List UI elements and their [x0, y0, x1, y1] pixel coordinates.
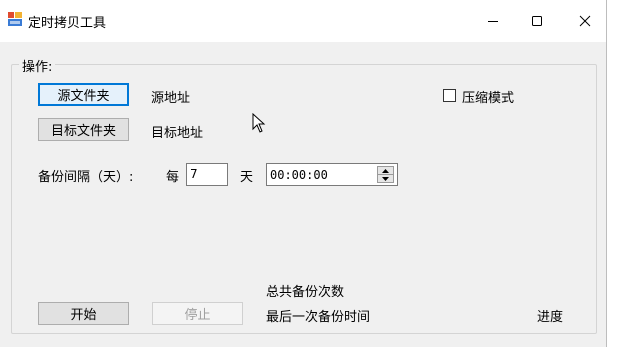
spin-down-button[interactable] [378, 175, 393, 182]
app-window: 定时拷贝工具 操作: 源文件夹 源地址 目标文件夹 目标地址 压缩模式 备份间隔… [0, 0, 607, 347]
target-address-label: 目标地址 [151, 126, 204, 141]
start-button[interactable]: 开始 [38, 302, 129, 325]
day-unit-label: 天 [240, 170, 254, 185]
compress-mode-checkbox[interactable] [443, 89, 456, 102]
minimize-button[interactable] [470, 0, 516, 42]
last-backup-time-label: 最后一次备份时间 [266, 310, 371, 325]
background-window-edge [606, 0, 622, 347]
chevron-up-icon [382, 168, 389, 173]
backup-time-picker[interactable]: 00:00:00 [266, 163, 398, 186]
mouse-cursor-icon [252, 113, 266, 133]
total-backups-label: 总共备份次数 [266, 285, 345, 300]
spin-up-button[interactable] [378, 167, 393, 175]
minimize-icon [488, 21, 498, 22]
app-icon [8, 12, 22, 26]
maximize-button[interactable] [514, 0, 560, 42]
chevron-down-icon [382, 176, 389, 181]
close-button[interactable] [562, 0, 608, 42]
interval-days-input[interactable]: 7 [186, 163, 228, 186]
backup-time-value: 00:00:00 [270, 168, 328, 182]
target-folder-button[interactable]: 目标文件夹 [38, 118, 129, 141]
close-icon [579, 15, 591, 27]
source-address-label: 源地址 [151, 91, 191, 106]
progress-label: 进度 [537, 310, 564, 325]
every-label: 每 [166, 170, 180, 185]
source-folder-button[interactable]: 源文件夹 [38, 83, 129, 106]
stop-button[interactable]: 停止 [152, 302, 243, 325]
time-spinner[interactable] [377, 166, 394, 183]
maximize-icon [532, 16, 542, 26]
operations-group-label: 操作: [19, 56, 56, 75]
compress-mode-label: 压缩模式 [462, 91, 515, 106]
backup-interval-label: 备份间隔（天）: [38, 170, 134, 185]
title-bar[interactable]: 定时拷贝工具 [0, 0, 606, 42]
window-title: 定时拷贝工具 [28, 16, 107, 31]
